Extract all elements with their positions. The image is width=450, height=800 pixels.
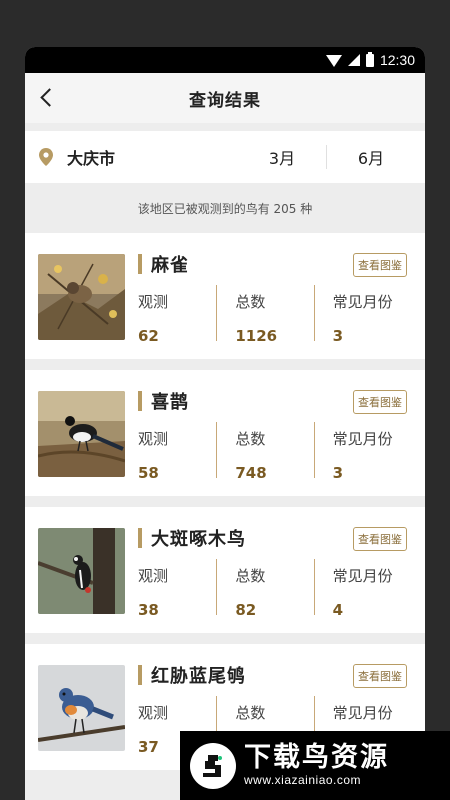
bird-name-wrap: 喜鹊 (138, 388, 189, 414)
watermark-url: www.xiazainiao.com (244, 772, 362, 787)
stat-common-months: 常见月份 4 (313, 559, 411, 619)
stat-common-months: 常见月份 3 (313, 422, 411, 482)
stat-total-label: 总数 (235, 430, 266, 448)
start-month-selector[interactable]: 3月 (242, 145, 322, 169)
wifi-icon (325, 55, 342, 67)
stat-observed-label: 观测 (138, 293, 169, 311)
stat-common-months: 常见月份 3 (313, 285, 411, 345)
bird-name-wrap: 大斑啄木鸟 (138, 525, 246, 551)
bird-card[interactable]: 喜鹊 查看图鉴 观测 58 总数 748 常见月份 3 (25, 370, 425, 496)
watermark-text: 下载鸟资源 www.xiazainiao.com (244, 742, 389, 787)
stat-total: 总数 1126 (216, 285, 313, 345)
view-catalog-button[interactable]: 查看图鉴 (353, 390, 407, 414)
city-selector[interactable]: 大庆市 (67, 145, 242, 169)
stat-observed-label: 观测 (138, 567, 169, 585)
bird-list: 麻雀 查看图鉴 观测 62 总数 1126 常见月份 3 喜鹊 查看图鉴 观测 … (25, 233, 425, 770)
filter-bar: 大庆市 3月 6月 (25, 131, 425, 183)
stat-total-label: 总数 (235, 704, 266, 722)
stat-observed: 观测 38 (138, 559, 216, 619)
stat-common-months-label: 常见月份 (332, 430, 393, 448)
bird-stats: 观测 62 总数 1126 常见月份 3 (138, 285, 411, 345)
name-accent-bar (138, 528, 142, 548)
stat-common-months-label: 常见月份 (332, 293, 393, 311)
stat-total-value: 1126 (235, 327, 278, 345)
stat-common-months-value: 3 (332, 327, 344, 345)
stat-observed-value: 58 (138, 464, 159, 482)
stat-observed-value: 62 (138, 327, 159, 345)
view-catalog-button[interactable]: 查看图鉴 (353, 527, 407, 551)
bird-name: 麻雀 (151, 255, 189, 276)
view-catalog-button[interactable]: 查看图鉴 (353, 664, 407, 688)
stat-total: 总数 748 (216, 422, 313, 482)
name-accent-bar (138, 254, 142, 274)
stat-common-months-value: 3 (332, 464, 344, 482)
species-summary: 该地区已被观测到的鸟有 205 种 (25, 183, 425, 233)
stat-observed-value: 38 (138, 601, 159, 619)
stat-total-value: 748 (235, 464, 267, 482)
location-pin-icon (39, 148, 53, 166)
name-accent-bar (138, 391, 142, 411)
month-divider (326, 145, 327, 169)
signal-icon (347, 54, 360, 66)
bird-name: 大斑啄木鸟 (151, 529, 246, 550)
stat-observed-label: 观测 (138, 430, 169, 448)
bird-name-wrap: 红胁蓝尾鸲 (138, 662, 246, 688)
bird-name: 红胁蓝尾鸲 (151, 666, 246, 687)
watermark-logo-icon (190, 742, 236, 789)
stat-observed: 观测 58 (138, 422, 216, 482)
stat-total-value: 82 (235, 601, 257, 619)
bird-photo-bluetail (38, 665, 125, 751)
name-accent-bar (138, 665, 142, 685)
bird-name: 喜鹊 (151, 392, 189, 413)
stat-observed-label: 观测 (138, 704, 169, 722)
watermark-banner: 下载鸟资源 www.xiazainiao.com (180, 731, 450, 800)
bird-card[interactable]: 大斑啄木鸟 查看图鉴 观测 38 总数 82 常见月份 4 (25, 507, 425, 633)
status-bar: 12:30 (25, 47, 425, 73)
stat-common-months-label: 常见月份 (332, 567, 393, 585)
bird-name-wrap: 麻雀 (138, 251, 189, 277)
stat-total-label: 总数 (235, 567, 266, 585)
stat-common-months-value: 4 (332, 601, 344, 619)
stat-total-label: 总数 (235, 293, 266, 311)
stat-common-months-label: 常见月份 (332, 704, 393, 722)
bird-stats: 观测 38 总数 82 常见月份 4 (138, 559, 411, 619)
bird-card[interactable]: 麻雀 查看图鉴 观测 62 总数 1126 常见月份 3 (25, 233, 425, 359)
watermark-title: 下载鸟资源 (244, 742, 389, 774)
page-title: 查询结果 (189, 90, 261, 111)
battery-icon (365, 51, 374, 67)
status-time: 12:30 (379, 52, 415, 68)
bird-stats: 观测 58 总数 748 常见月份 3 (138, 422, 411, 482)
stat-observed: 观测 62 (138, 285, 216, 345)
end-month-selector[interactable]: 6月 (331, 145, 411, 169)
phone-screen: 12:30 查询结果 大庆市 3月 6月 该地区已被观测到的鸟有 205 种 麻… (25, 47, 425, 800)
stat-total: 总数 82 (216, 559, 313, 619)
bird-photo-magpie (38, 391, 125, 477)
bird-photo-woodpecker (38, 528, 125, 614)
back-icon[interactable] (37, 86, 61, 110)
view-catalog-button[interactable]: 查看图鉴 (353, 253, 407, 277)
header: 查询结果 (25, 73, 425, 123)
bird-photo-sparrow (38, 254, 125, 340)
